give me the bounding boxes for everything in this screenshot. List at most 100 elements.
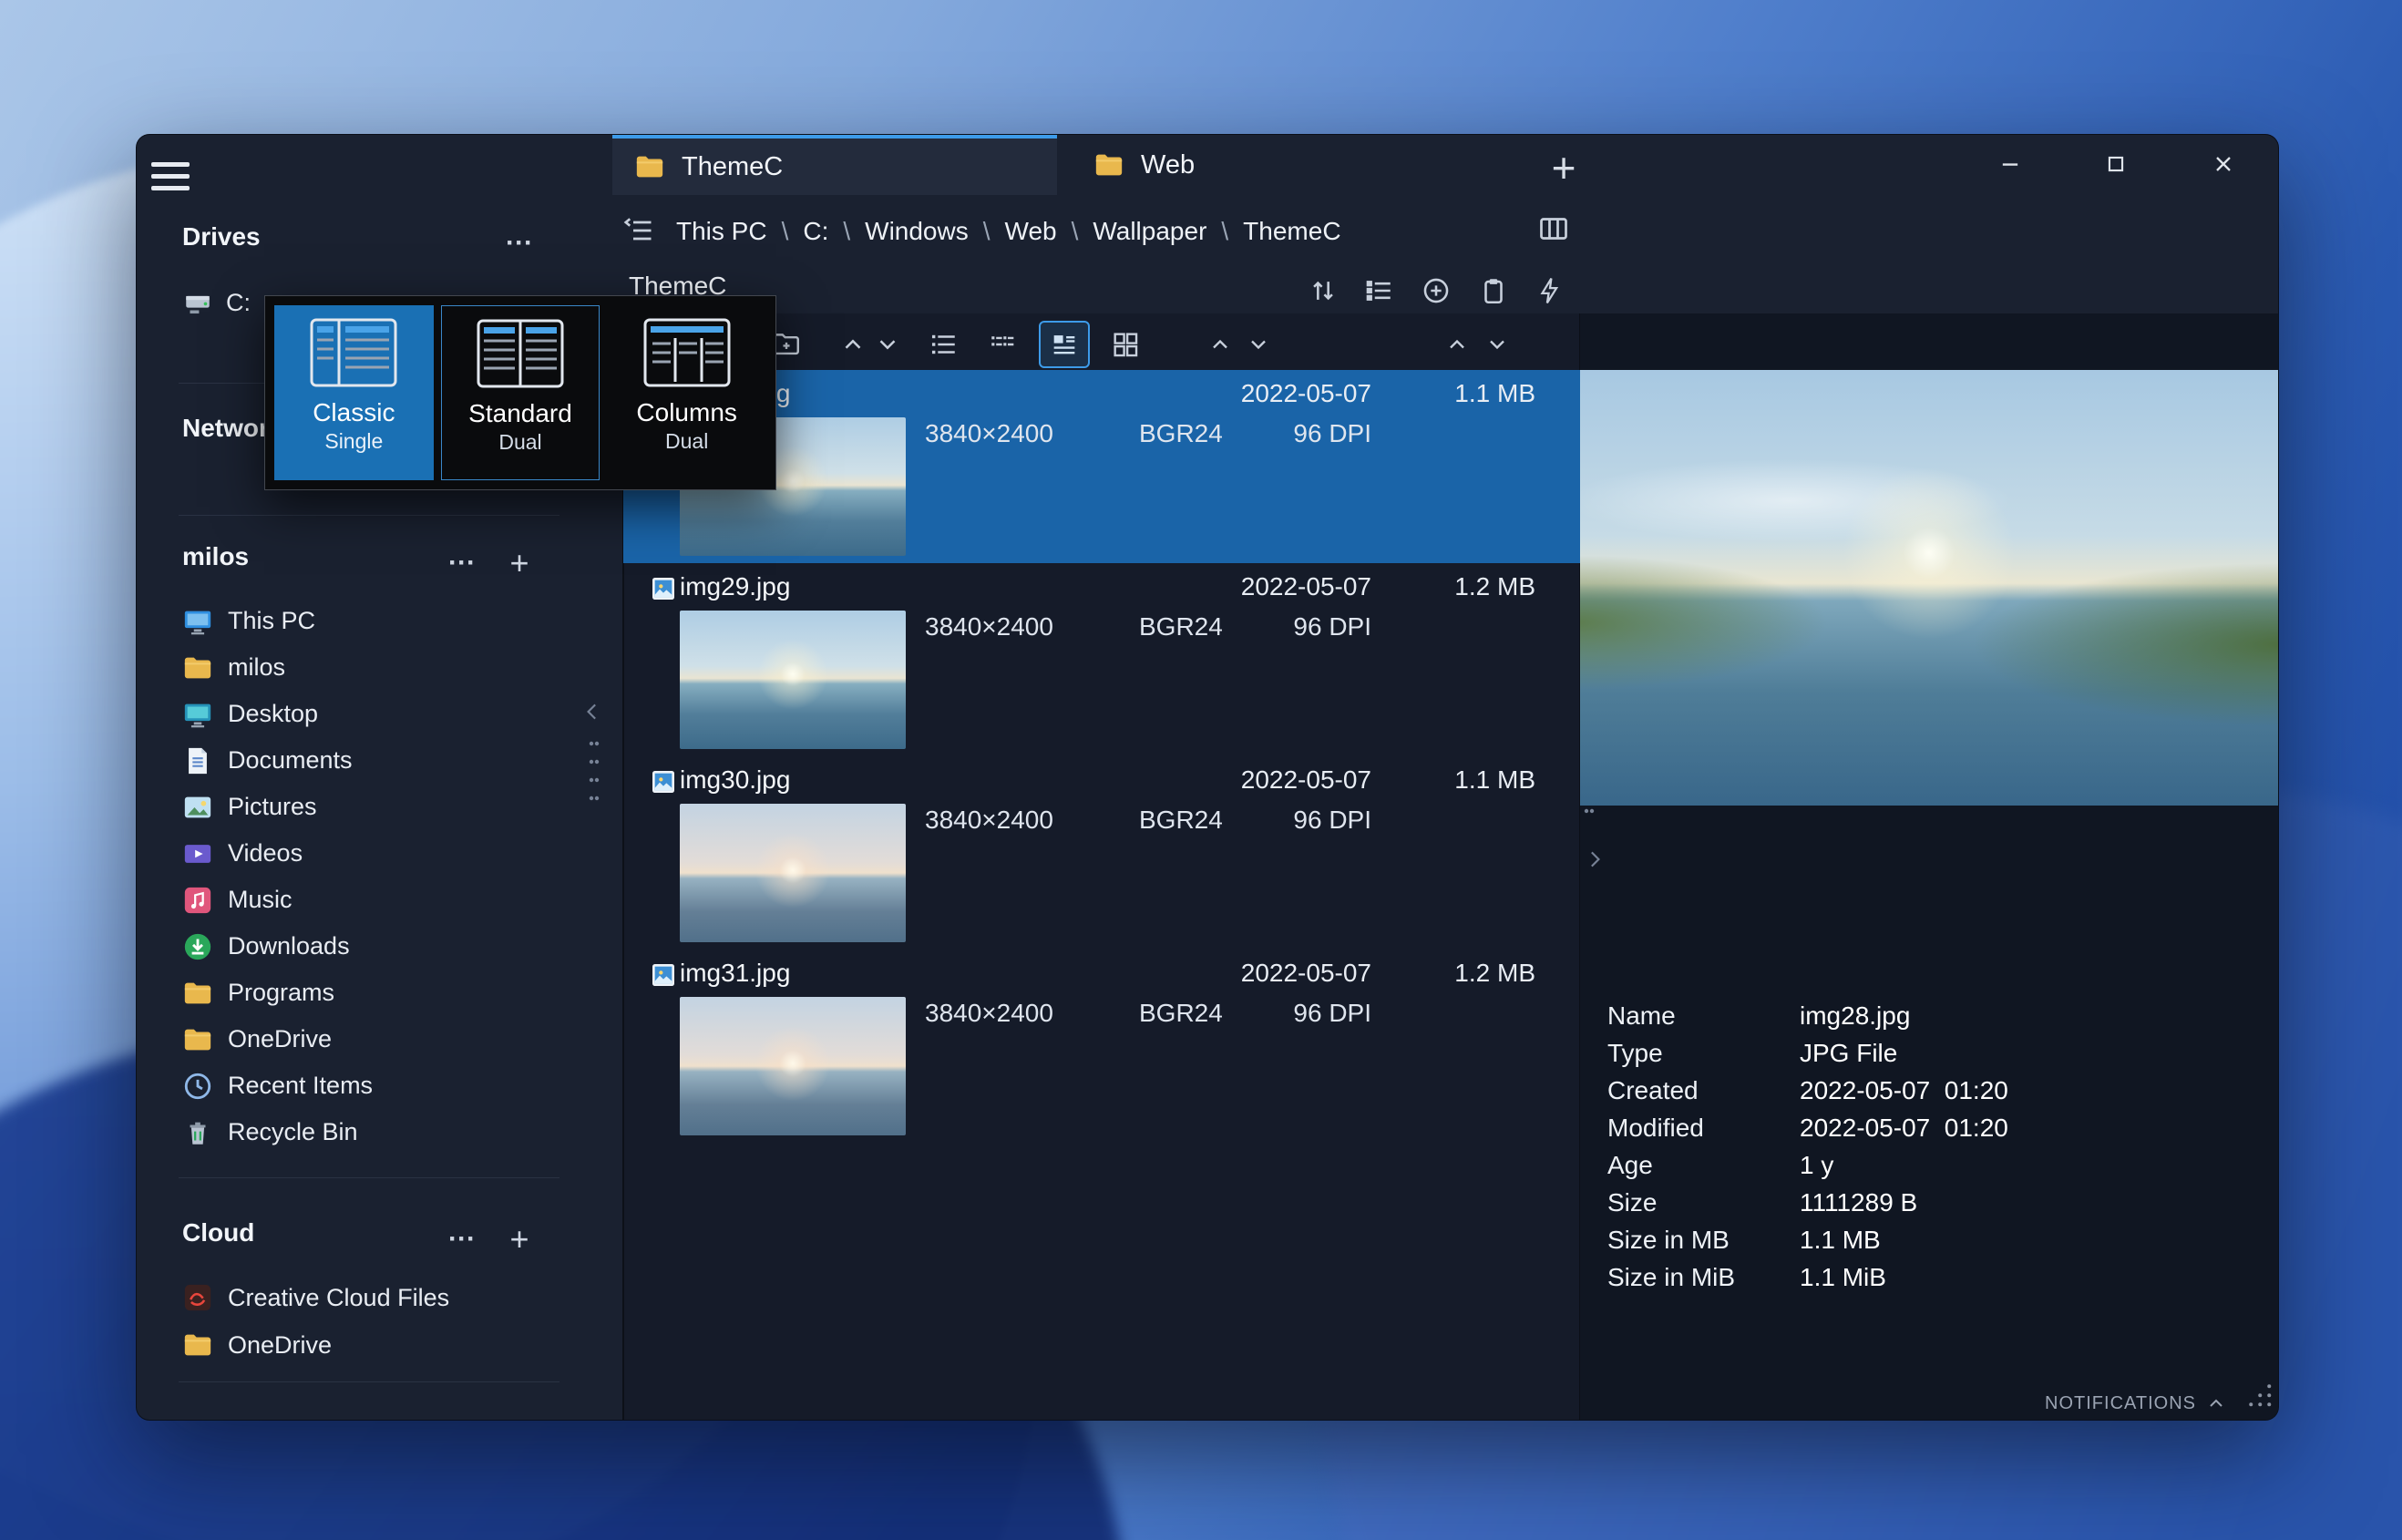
columns-dual-layout-icon	[642, 316, 733, 389]
file-size: 1.1 MB	[1454, 765, 1535, 795]
detail-label: Type	[1607, 1039, 1800, 1068]
file-row[interactable]: img29.jpg 2022-05-07 1.2 MB 3840×2400 BG…	[623, 563, 1580, 756]
layout-option-columns[interactable]: Columns Dual	[607, 305, 766, 480]
view-compact-columns-icon[interactable]	[982, 323, 1024, 366]
file-name: img30.jpg	[680, 765, 790, 795]
folder-icon	[182, 1330, 213, 1360]
chevron-up-icon	[2205, 1392, 2227, 1414]
classic-layout-icon	[308, 316, 399, 389]
sidebar-item-label: Creative Cloud Files	[228, 1284, 449, 1312]
sidebar-item-documents[interactable]: Documents	[173, 737, 565, 784]
folder-icon	[182, 978, 213, 1009]
cloud-section-add-button[interactable]: +	[500, 1220, 539, 1258]
file-row[interactable]: img31.jpg 2022-05-07 1.2 MB 3840×2400 BG…	[623, 950, 1580, 1143]
notifications-toggle[interactable]: NOTIFICATIONS	[2045, 1392, 2227, 1414]
file-resolution: 3840×2400	[925, 612, 1053, 642]
sort-icon[interactable]	[1302, 270, 1344, 312]
cloud-section-header: Cloud	[182, 1218, 254, 1247]
notifications-label: NOTIFICATIONS	[2045, 1393, 2196, 1414]
sidebar-splitter-handle[interactable]	[587, 738, 601, 816]
tab-web[interactable]: Web	[1072, 135, 1473, 195]
detail-value: 2022-05-07 01:20	[1800, 1076, 2008, 1105]
detail-row: Modified 2022-05-07 01:20	[1607, 1109, 2251, 1146]
drive-label: C:	[226, 289, 251, 317]
close-button[interactable]	[2192, 135, 2254, 193]
image-file-icon	[649, 574, 678, 603]
new-tab-button[interactable]: +	[1540, 144, 1587, 191]
sidebar-item-creative-cloud[interactable]: Creative Cloud Files	[173, 1274, 565, 1321]
maximize-button[interactable]	[2085, 135, 2147, 193]
sidebar-item-label: Videos	[228, 839, 303, 868]
sidebar-nav: This PC milos Desktop Documents	[173, 598, 565, 1155]
breadcrumb-separator: \	[1072, 217, 1079, 246]
view-grid-icon[interactable]	[1104, 323, 1146, 366]
sort-date-up-icon[interactable]	[1436, 323, 1478, 366]
add-icon[interactable]	[1415, 270, 1457, 312]
user-section-more-button[interactable]: ···	[443, 544, 481, 582]
sidebar-collapse-chevron[interactable]	[581, 698, 605, 725]
sidebar-item-music[interactable]: Music	[173, 877, 565, 923]
file-resolution: 3840×2400	[925, 999, 1053, 1028]
clipboard-icon[interactable]	[1473, 270, 1514, 312]
breadcrumb-segment[interactable]: Wallpaper	[1093, 217, 1206, 246]
chevron-down-icon[interactable]	[867, 323, 908, 366]
detail-label: Name	[1607, 1001, 1800, 1031]
file-queue-icon[interactable]	[1358, 270, 1400, 312]
breadcrumb-segment[interactable]: Windows	[865, 217, 969, 246]
drives-more-button[interactable]: ···	[500, 224, 539, 262]
sidebar-item-cloud-onedrive[interactable]: OneDrive	[173, 1321, 565, 1369]
file-date: 2022-05-07	[1241, 572, 1371, 601]
sidebar-item-pictures[interactable]: Pictures	[173, 784, 565, 830]
detail-label: Size	[1607, 1188, 1800, 1217]
view-list-thumbnails-icon[interactable]	[1039, 321, 1090, 368]
detail-value: 1.1 MB	[1800, 1226, 1881, 1255]
breadcrumb-segment[interactable]: This PC	[676, 217, 767, 246]
detail-value: 2022-05-07 01:20	[1800, 1114, 2008, 1143]
breadcrumb-segment[interactable]: Web	[1005, 217, 1057, 246]
sidebar-item-videos[interactable]: Videos	[173, 830, 565, 877]
detail-row: Size 1111289 B	[1607, 1184, 2251, 1221]
breadcrumb-segment[interactable]: ThemeC	[1243, 217, 1340, 246]
sidebar-item-desktop[interactable]: Desktop	[173, 691, 565, 737]
tab-label: Web	[1141, 150, 1195, 180]
minimize-button[interactable]	[1979, 135, 2041, 193]
file-row[interactable]: img30.jpg 2022-05-07 1.1 MB 3840×2400 BG…	[623, 756, 1580, 950]
columns-layout-icon[interactable]	[1533, 208, 1575, 250]
cloud-section-more-button[interactable]: ···	[443, 1220, 481, 1258]
sidebar-item-label: Pictures	[228, 793, 317, 821]
file-size: 1.2 MB	[1454, 959, 1535, 988]
sort-column-down-icon[interactable]	[1237, 323, 1279, 366]
recent-items-icon	[182, 1071, 213, 1102]
file-resolution: 3840×2400	[925, 806, 1053, 835]
preview-expand-chevron[interactable]	[1582, 846, 1606, 873]
sort-date-down-icon[interactable]	[1476, 323, 1518, 366]
sidebar-item-milos[interactable]: milos	[173, 644, 565, 691]
desktop-icon	[182, 699, 213, 730]
detail-label: Modified	[1607, 1114, 1800, 1143]
sidebar-item-recycle-bin[interactable]: Recycle Bin	[173, 1109, 565, 1155]
sidebar-item-downloads[interactable]: Downloads	[173, 923, 565, 970]
creative-cloud-icon	[182, 1282, 213, 1313]
folder-icon	[182, 1024, 213, 1055]
tab-themec[interactable]: ThemeC	[612, 135, 1057, 195]
file-thumbnail	[680, 804, 906, 942]
sidebar-item-onedrive[interactable]: OneDrive	[173, 1016, 565, 1063]
image-file-icon	[649, 960, 678, 990]
user-section-add-button[interactable]: +	[500, 544, 539, 582]
sidebar-item-this-pc[interactable]: This PC	[173, 598, 565, 644]
main-menu-button[interactable]	[151, 155, 200, 197]
sidebar-item-programs[interactable]: Programs	[173, 970, 565, 1016]
layout-option-classic[interactable]: Classic Single	[274, 305, 434, 480]
sort-column-up-icon[interactable]	[1199, 323, 1241, 366]
window-resize-grip[interactable]	[2245, 1381, 2273, 1414]
view-details-icon[interactable]	[922, 323, 964, 366]
folder-icon	[634, 151, 665, 182]
actions-lightning-icon[interactable]	[1529, 270, 1571, 312]
layout-option-standard[interactable]: Standard Dual	[441, 305, 600, 480]
path-history-menu-icon[interactable]	[618, 210, 660, 252]
sidebar-item-recent-items[interactable]: Recent Items	[173, 1063, 565, 1109]
breadcrumb-separator: \	[782, 217, 789, 246]
breadcrumb-segment[interactable]: C:	[803, 217, 828, 246]
layout-option-title: Columns	[636, 398, 736, 427]
detail-row: Age 1 y	[1607, 1146, 2251, 1184]
